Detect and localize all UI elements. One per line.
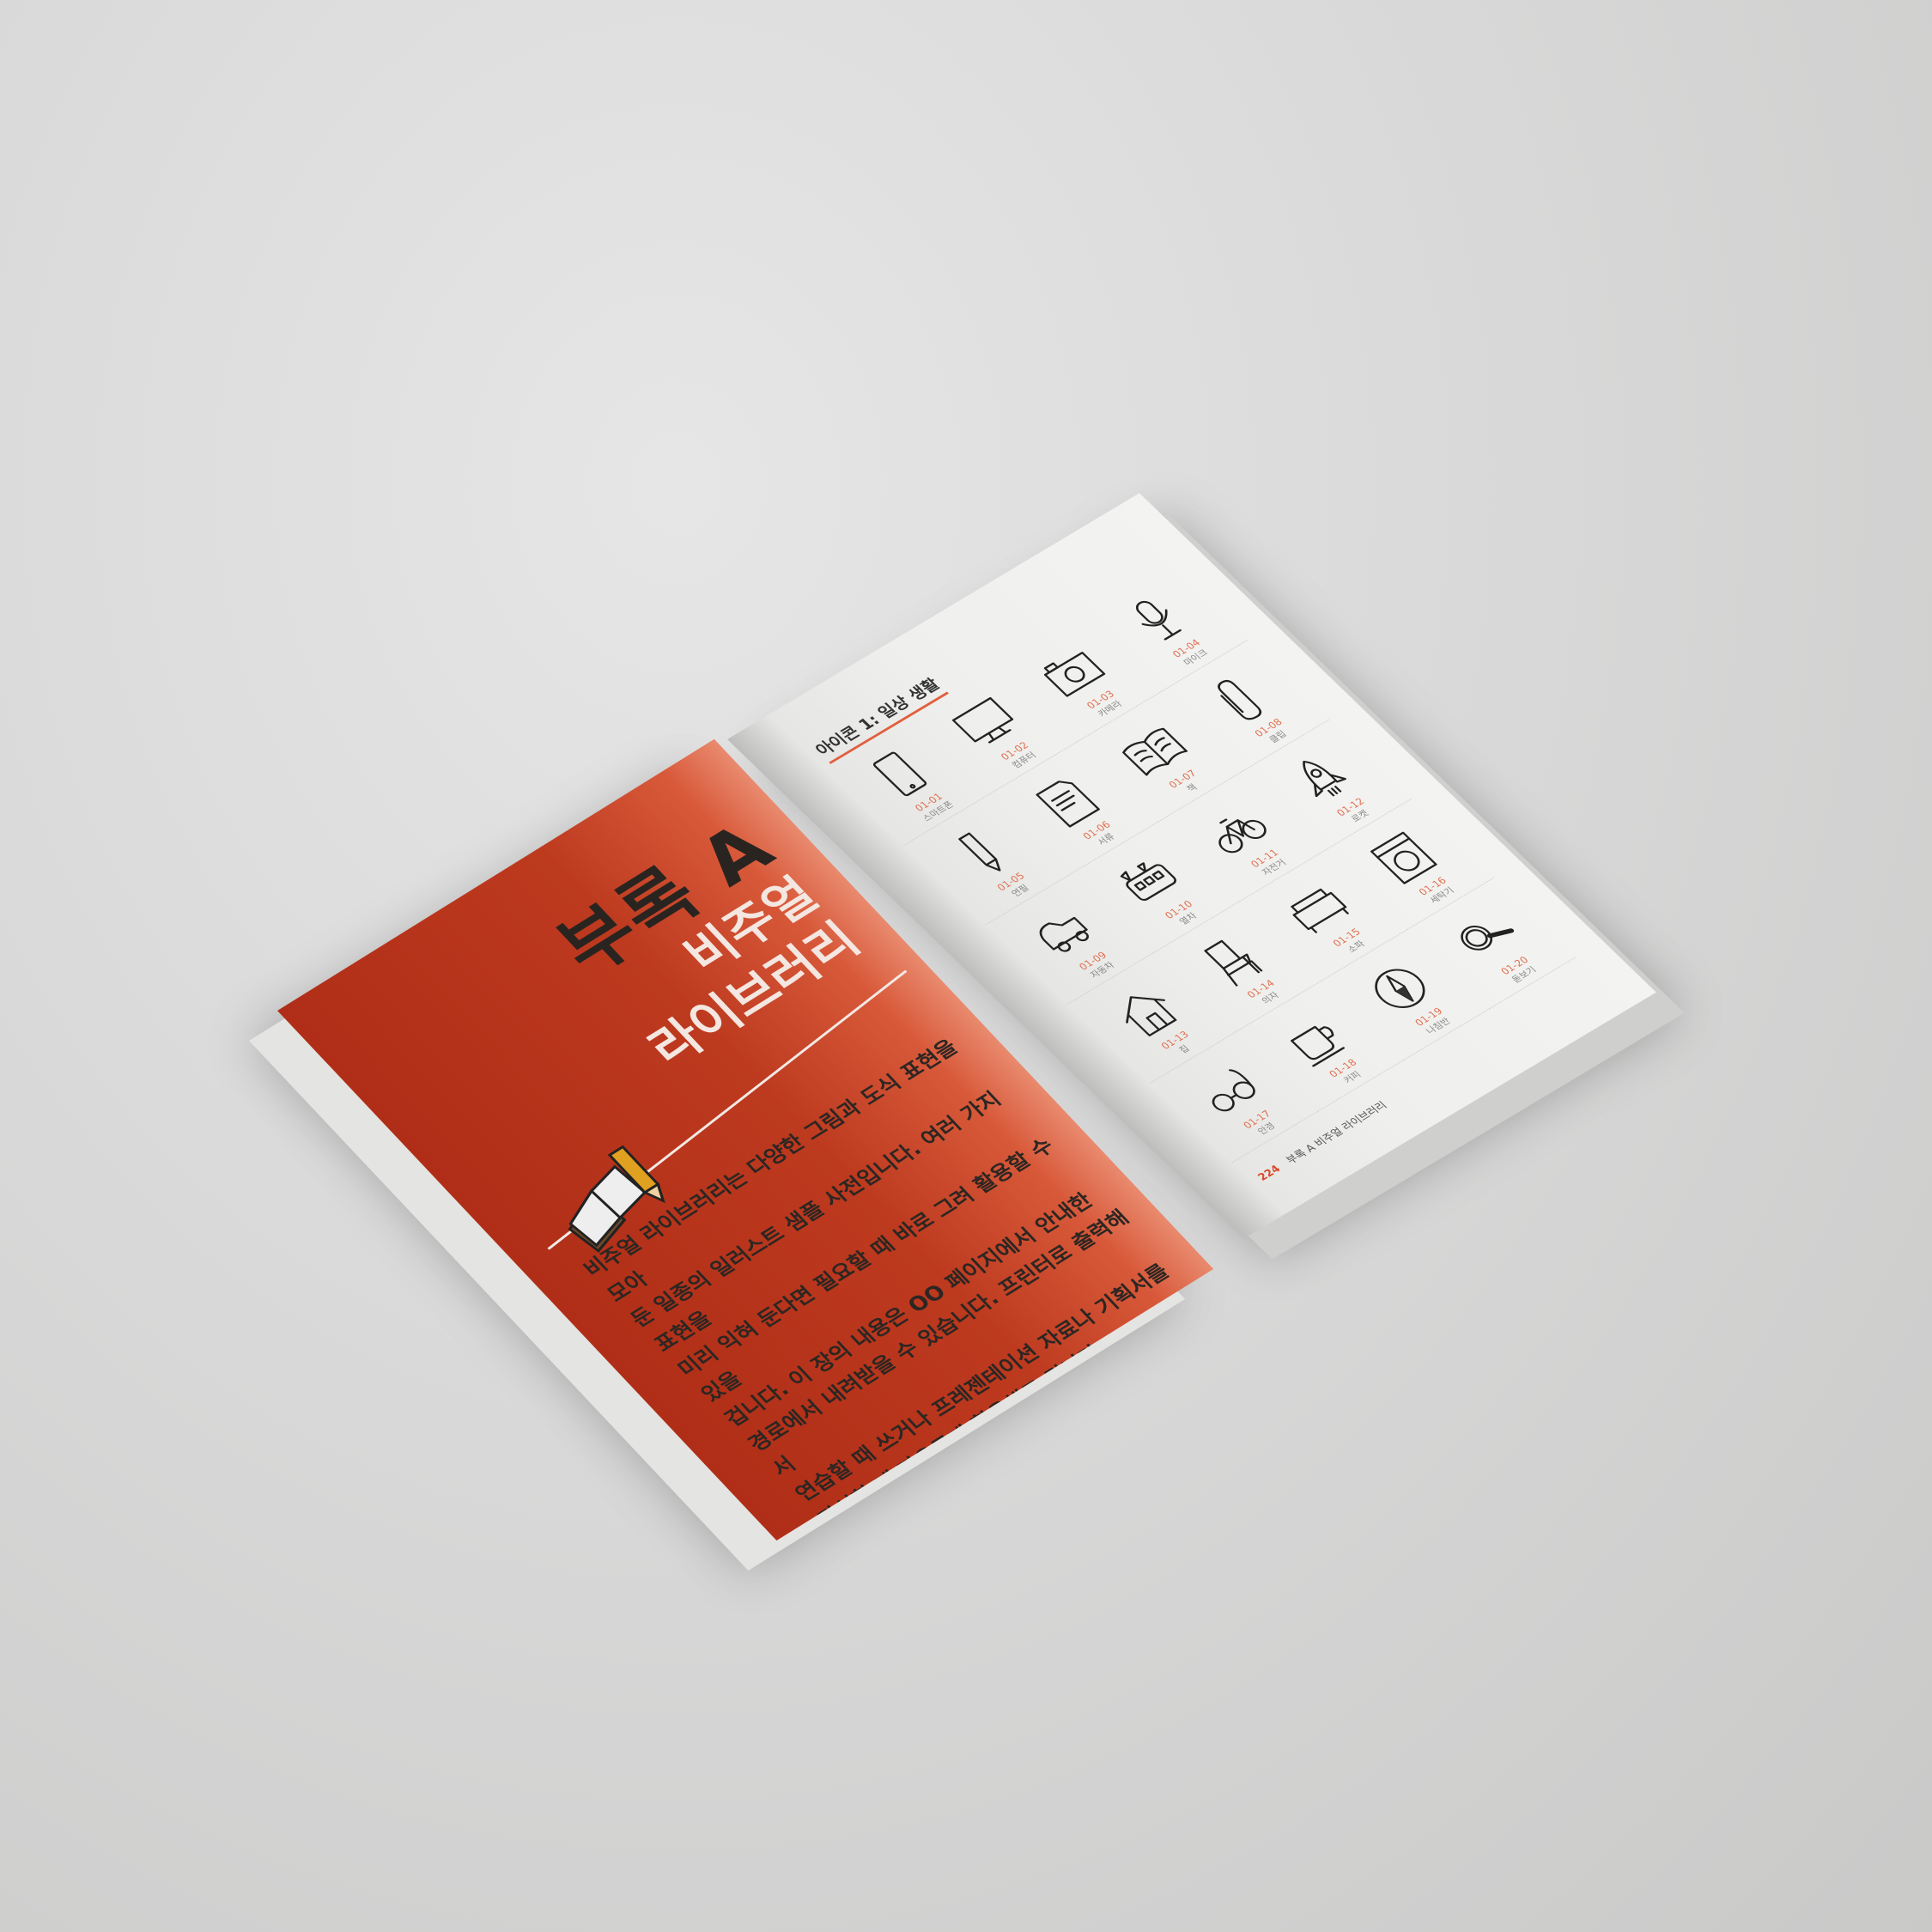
icon-name: 책: [1184, 782, 1200, 794]
page-number: 224: [1255, 1163, 1284, 1184]
icon-name: 집: [1176, 1043, 1193, 1055]
